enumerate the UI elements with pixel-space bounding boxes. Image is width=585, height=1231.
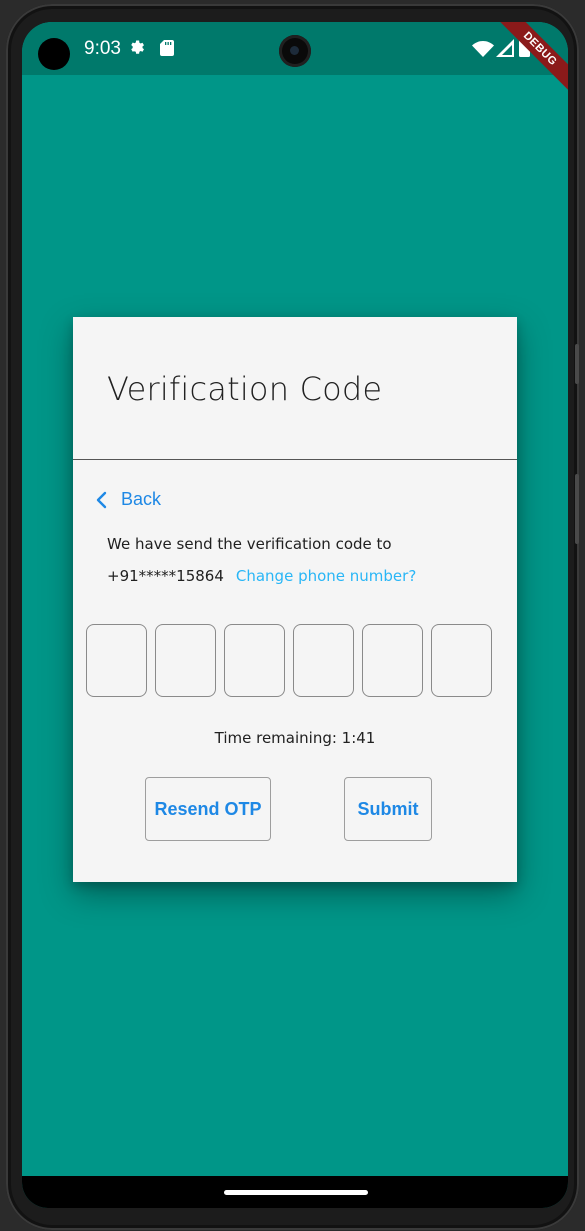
phone-row: +91*****15864 Change phone number? bbox=[107, 567, 416, 585]
debug-banner: DEBUG bbox=[491, 22, 568, 98]
otp-digit-field-1[interactable] bbox=[86, 624, 147, 697]
notification-dot bbox=[38, 38, 70, 70]
volume-button bbox=[575, 344, 579, 384]
otp-digit-field-4[interactable] bbox=[293, 624, 354, 697]
otp-digit-field-6[interactable] bbox=[431, 624, 492, 697]
otp-input-row bbox=[86, 624, 492, 697]
status-time: 9:03 bbox=[84, 38, 121, 59]
front-camera bbox=[279, 35, 311, 67]
submit-button[interactable]: Submit bbox=[344, 777, 432, 841]
masked-phone-number: +91*****15864 bbox=[107, 567, 224, 585]
home-gesture-handle[interactable] bbox=[224, 1190, 368, 1195]
time-remaining: Time remaining: 1:41 bbox=[214, 729, 376, 747]
chevron-left-icon bbox=[96, 491, 107, 508]
back-label: Back bbox=[121, 489, 162, 509]
navigation-bar bbox=[22, 1176, 568, 1208]
otp-digit-field-5[interactable] bbox=[362, 624, 423, 697]
otp-digit-field-3[interactable] bbox=[224, 624, 285, 697]
phone-screen: 9:03 DEBUG Verification Code Back We hav… bbox=[22, 22, 568, 1208]
power-button bbox=[575, 474, 579, 544]
back-button[interactable]: Back bbox=[95, 489, 161, 510]
sd-card-icon bbox=[160, 40, 174, 56]
gear-icon bbox=[131, 40, 144, 54]
signal-icon bbox=[496, 39, 514, 57]
title-divider bbox=[73, 459, 517, 460]
dialog-title: Verification Code bbox=[107, 370, 383, 408]
verification-dialog: Verification Code Back We have send the … bbox=[73, 317, 517, 882]
otp-digit-field-2[interactable] bbox=[155, 624, 216, 697]
wifi-icon bbox=[472, 41, 494, 57]
resend-otp-button[interactable]: Resend OTP bbox=[145, 777, 271, 841]
info-text: We have send the verification code to bbox=[107, 535, 392, 553]
change-phone-link[interactable]: Change phone number? bbox=[236, 567, 416, 585]
status-bar: 9:03 DEBUG bbox=[22, 22, 568, 98]
